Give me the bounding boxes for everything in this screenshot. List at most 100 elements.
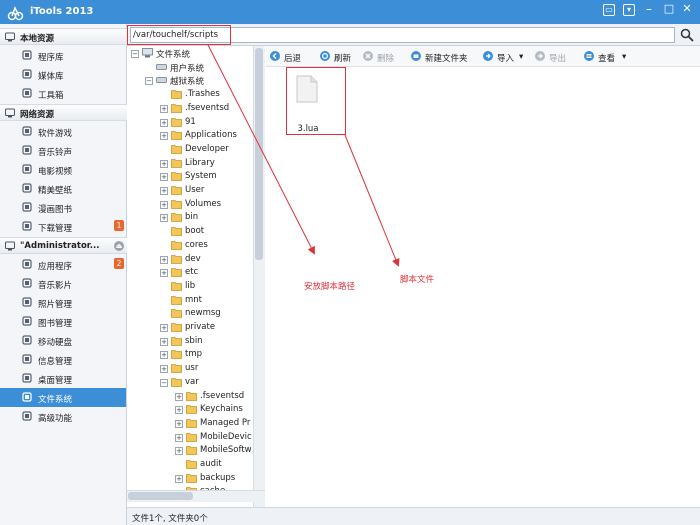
folder-icon [171,117,182,127]
sidebar-item[interactable]: 下载管理 1 [0,217,126,236]
tree-node-label: audit [200,459,222,469]
expand-toggle[interactable]: + [160,132,168,141]
export-icon [535,51,545,61]
sidebar-section-header[interactable]: 本地资源 [0,28,127,45]
expand-toggle[interactable]: + [160,365,168,374]
sidebar-item[interactable]: 工具箱 [0,84,126,103]
sidebar-item[interactable]: 应用程序 2 [0,255,126,274]
minimize-button[interactable]: – [643,3,655,16]
tree-node-label: cores [185,239,208,250]
expand-toggle[interactable]: − [160,378,168,387]
sidebar-item[interactable]: 移动硬盘 [0,331,126,350]
drive-icon [156,77,167,84]
folder-icon [171,377,182,387]
sidebar-item[interactable]: 照片管理 [0,293,126,312]
toolbar: 后退 刷新 删除 新建文件夹 导入 ▾ 导出 查看 ▾ [266,46,700,67]
tree-node-label: 越狱系统 [170,77,205,88]
expand-toggle[interactable]: + [175,392,183,401]
refresh-button[interactable]: 刷新 [320,50,360,64]
tree-scroll-thumb[interactable] [255,48,263,260]
sidebar-item[interactable]: 漫画图书 [0,198,126,217]
expand-toggle[interactable]: + [160,214,168,223]
folder-icon [171,186,182,195]
expand-toggle[interactable]: + [175,474,183,483]
eject-icon[interactable]: ⏏ [114,241,124,251]
sidebar-item-label: 音乐铃声 [38,148,73,158]
tree-node-label: backups [200,472,236,483]
sidebar-item[interactable]: 信息管理 [0,350,126,369]
sidebar-item[interactable]: 文件系统 [0,388,126,407]
expand-toggle[interactable]: + [160,173,168,182]
view-icon [584,51,594,61]
expand-toggle[interactable]: + [175,419,183,428]
tree-node-label: Keychains [200,404,243,415]
folder-icon [171,364,182,373]
tree-node-label: User [185,185,205,195]
tree-node-label: boot [185,226,205,237]
expand-toggle[interactable]: + [160,269,168,278]
expand-toggle[interactable]: + [175,447,183,456]
sidebar-item[interactable]: 媒体库 [0,65,126,84]
music-icon [22,278,32,288]
expand-toggle[interactable]: + [160,187,168,195]
tools-icon [22,88,32,98]
sidebar-item[interactable]: 音乐影片 [0,274,126,293]
sidebar-item-label: 照片管理 [38,300,73,310]
sidebar-item-label: 工具箱 [38,91,64,101]
tree-node-label: .Trashes [185,89,220,100]
folder-icon [171,199,182,209]
sidebar-item[interactable]: 软件游戏 [0,122,126,141]
sidebar-item[interactable]: 桌面管理 [0,369,126,388]
folder-icon [186,405,197,415]
sidebar-section-label: 本地资源 [20,34,55,44]
delete-icon [363,51,373,61]
sidebar-item-label: 媒体库 [38,72,64,82]
sidebar-item[interactable]: 音乐铃声 [0,141,126,160]
folder-icon [171,309,182,319]
menu-icon[interactable]: ▾ [623,4,635,16]
folder-icon [186,473,197,483]
expand-toggle[interactable]: + [175,433,183,442]
sidebar-item[interactable]: 精美壁纸 [0,179,126,198]
expand-toggle[interactable]: − [131,50,139,58]
status-bar: 文件1个, 文件夹0个 [127,507,700,525]
new-folder-button[interactable]: 新建文件夹 [411,50,473,64]
expand-toggle[interactable]: + [160,118,168,127]
count-badge: 1 [114,220,124,231]
import-button[interactable]: 导入 ▾ [483,50,527,64]
expand-toggle[interactable]: + [160,351,168,360]
sidebar-item-label: 程序库 [38,53,64,63]
delete-button[interactable]: 删除 [363,50,403,64]
expand-toggle[interactable]: + [160,159,168,168]
tree-node-label: dev [185,253,201,264]
sidebar-section-header[interactable]: "Administrator... ⏏ [0,237,127,254]
close-button[interactable]: ✕ [681,3,693,16]
feedback-icon[interactable]: ▭ [603,4,615,16]
folder-icon [171,103,182,113]
sidebar-item[interactable]: 图书管理 [0,312,126,331]
search-icon[interactable] [680,28,694,42]
tree-hscroll-thumb[interactable] [128,492,193,500]
message-icon [22,354,32,364]
back-button[interactable]: 后退 [270,50,310,64]
expand-toggle[interactable]: + [160,200,168,209]
sidebar-item[interactable]: 电影视频 [0,160,126,179]
tree-node-label: sbin [185,335,203,346]
maximize-button[interactable]: □ [663,3,675,16]
sidebar-item[interactable]: 高级功能 [0,407,126,426]
title-bar: iTools 2013 ▭ ▾ – □ ✕ [0,0,700,24]
expand-toggle[interactable]: + [175,406,183,415]
sidebar-item-label: 移动硬盘 [38,338,73,348]
export-button[interactable]: 导出 [535,50,573,64]
folder-icon [171,336,182,346]
expand-toggle[interactable]: + [160,255,168,264]
view-button[interactable]: 查看 ▾ [584,50,630,64]
expand-toggle[interactable]: + [160,104,168,113]
expand-toggle[interactable]: + [160,324,168,332]
sidebar-item[interactable]: 程序库 [0,46,126,65]
tree-node-label: Library [185,157,215,168]
computer-icon [142,48,153,58]
expand-toggle[interactable]: − [145,77,153,86]
sidebar-section-header[interactable]: 网络资源 [0,104,127,121]
expand-toggle[interactable]: + [160,337,168,346]
